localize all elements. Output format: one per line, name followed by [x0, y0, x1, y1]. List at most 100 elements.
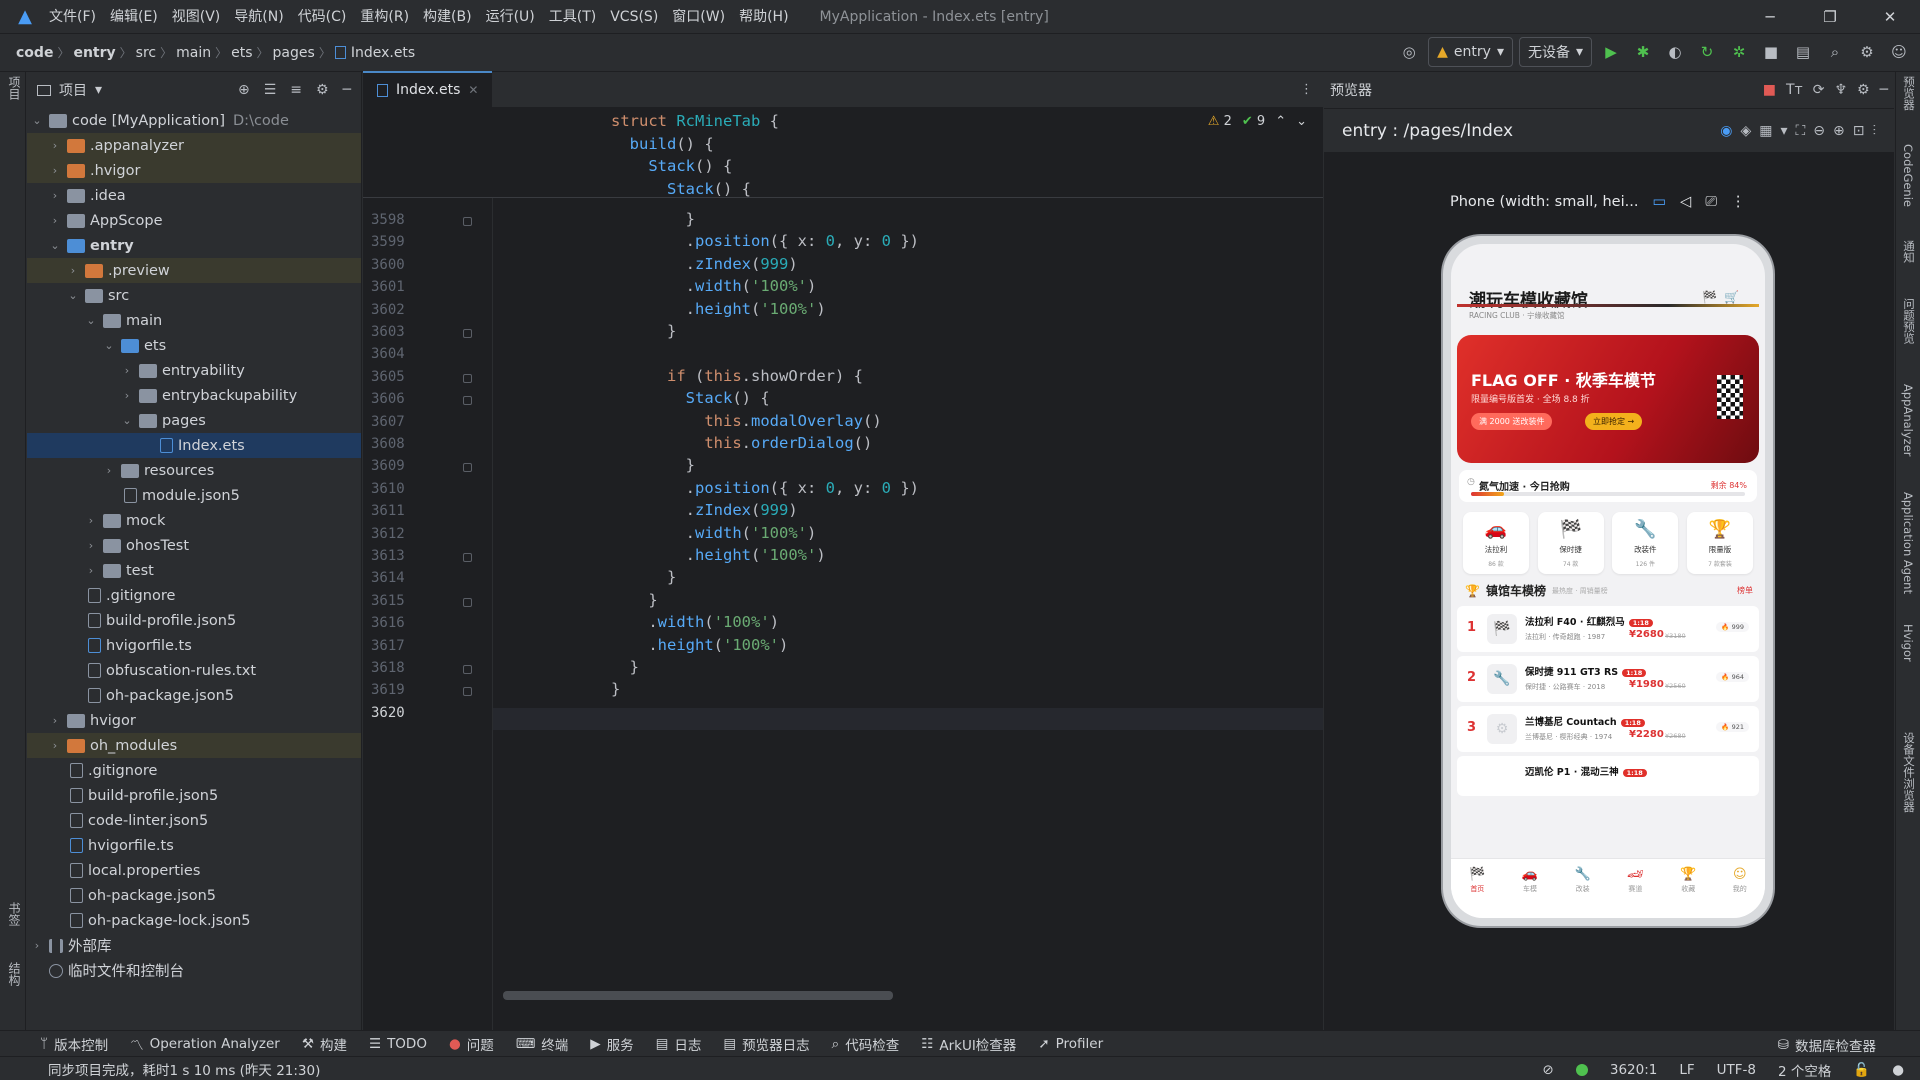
maximize-icon[interactable]: ❐	[1800, 0, 1860, 34]
code-line[interactable]: if (this.showOrder) {	[611, 367, 863, 385]
list-item[interactable]: 1 🏁 法拉利 F40 · 红麒烈马 1:18 法拉利 · 传奇超跑 · 1987…	[1457, 606, 1759, 652]
code-line[interactable]: }	[611, 591, 657, 609]
operation-analyzer-tool-button[interactable]: 〽 Operation Analyzer	[130, 1034, 280, 1054]
settings-icon[interactable]: ⚙	[1854, 39, 1880, 65]
expand-all-icon[interactable]: ☰	[264, 82, 277, 98]
run-icon[interactable]: ▶	[1598, 39, 1624, 65]
menu-run[interactable]: 运行(U)	[479, 0, 542, 34]
build-tool-button[interactable]: ⚒ 构建	[302, 1034, 347, 1054]
menu-refactor[interactable]: 重构(R)	[353, 0, 416, 34]
module-selector[interactable]: ▲ entry ▾	[1428, 37, 1513, 67]
inspector-icon[interactable]: ♆	[1834, 82, 1847, 98]
tree-item[interactable]: › mock	[27, 508, 361, 533]
close-icon[interactable]: ✕	[1860, 0, 1920, 34]
code-line[interactable]: }	[611, 456, 695, 474]
chevron-down-icon[interactable]: ⌄	[1296, 114, 1307, 129]
menu-file[interactable]: 文件(F)	[42, 0, 103, 34]
profile-icon[interactable]: ✲	[1726, 39, 1752, 65]
account-icon[interactable]: ☺	[1886, 39, 1912, 65]
menu-window[interactable]: 窗口(W)	[665, 0, 732, 34]
layers-icon[interactable]: ◈	[1740, 123, 1751, 139]
tab-mine[interactable]: ☺ 我的	[1733, 867, 1747, 918]
chevron-down-icon[interactable]: ⌄	[83, 314, 99, 327]
tab-mods[interactable]: 🔧 改装	[1575, 867, 1591, 918]
chevron-down-icon[interactable]: ⌄	[119, 414, 135, 427]
collapse-all-icon[interactable]: ≡	[290, 82, 302, 98]
code-line[interactable]: .zIndex(999)	[611, 255, 798, 273]
buy-now-button[interactable]: 立即抢定 →	[1585, 413, 1643, 430]
codegenie-tool-button[interactable]: CodeGenie	[1901, 144, 1915, 207]
fold-marker-icon[interactable]	[463, 463, 472, 473]
font-size-icon[interactable]: Tт	[1786, 82, 1803, 98]
tree-item[interactable]: ⌄ pages	[27, 408, 361, 433]
breadcrumb-ets[interactable]: ets	[227, 45, 256, 61]
caret-position[interactable]: 3620:1	[1610, 1062, 1658, 1078]
device-frame-icon[interactable]: ▭	[1652, 194, 1666, 210]
category-limited[interactable]: 🏆 限量版 7 款套装	[1686, 512, 1753, 574]
tree-item-selected[interactable]: Index.ets	[27, 433, 361, 458]
tree-item[interactable]: › .appanalyzer	[27, 133, 361, 158]
chevron-right-icon[interactable]: ›	[47, 189, 63, 202]
chevron-right-icon[interactable]: ›	[65, 264, 81, 277]
code-line[interactable]: }	[611, 658, 639, 676]
list-item[interactable]: 迈凯伦 P1 · 混动三神 1:18	[1457, 756, 1759, 796]
more-icon[interactable]: ⋮	[1731, 194, 1746, 210]
tree-item[interactable]: hvigorfile.ts	[27, 833, 361, 858]
list-item[interactable]: 3 ⚙ 兰博基尼 Countach 1:18 兰博基尼 · 楔形经典 · 1974…	[1457, 706, 1759, 752]
fold-marker-icon[interactable]	[463, 553, 472, 562]
menu-tools[interactable]: 工具(T)	[542, 0, 603, 34]
notification-icon[interactable]: ●	[1892, 1062, 1904, 1078]
ruler-icon[interactable]: ⫶	[1873, 123, 1877, 139]
code-line[interactable]: this.orderDialog()	[611, 434, 872, 452]
fold-marker-icon[interactable]	[463, 373, 472, 383]
locate-file-icon[interactable]: ⊕	[238, 82, 250, 98]
chevron-up-icon[interactable]: ⌃	[1275, 114, 1286, 129]
tree-item[interactable]: build-profile.json5	[27, 783, 361, 808]
code-inspection-tool-button[interactable]: ⌕ 代码检查	[832, 1034, 900, 1054]
sticky-code-line[interactable]: build() {	[611, 135, 714, 153]
line-separator[interactable]: LF	[1679, 1062, 1694, 1078]
project-structure-icon[interactable]: ▤	[1790, 39, 1816, 65]
cart-icon[interactable]: 🛒	[1724, 290, 1739, 304]
tree-item[interactable]: obfuscation-rules.txt	[27, 658, 361, 683]
code-line[interactable]: .position({ x: 0, y: 0 })	[611, 479, 919, 497]
attach-debugger-icon[interactable]: ◐	[1662, 39, 1688, 65]
chevron-right-icon[interactable]: ›	[83, 564, 99, 577]
code-line[interactable]: .width('100%')	[611, 277, 817, 295]
category-ferrari[interactable]: 🚗 法拉利 86 款	[1463, 512, 1529, 574]
tree-item[interactable]: › 外部库	[27, 933, 361, 958]
chevron-right-icon[interactable]: ›	[47, 714, 63, 727]
tree-item[interactable]: › ohosTest	[27, 533, 361, 558]
tree-item[interactable]: oh-package-lock.json5	[27, 908, 361, 933]
device-selector[interactable]: 无设备 ▾	[1518, 37, 1592, 67]
code-line[interactable]: }	[611, 568, 676, 586]
notifications-tool-button[interactable]: 通知	[1901, 240, 1917, 263]
chevron-right-icon[interactable]: ›	[83, 539, 99, 552]
more-icon[interactable]: ⋮	[1300, 82, 1313, 97]
stop-icon[interactable]: ■	[1758, 39, 1784, 65]
promo-banner[interactable]: FLAG OFF · 秋季车模节 限量编号版首发 · 全场 8.8 折 满 20…	[1457, 335, 1759, 463]
file-encoding[interactable]: UTF-8	[1717, 1062, 1756, 1078]
tree-item[interactable]: › resources	[27, 458, 361, 483]
problems-preview-tool-button[interactable]: 问题预览	[1901, 298, 1917, 344]
tree-item[interactable]: local.properties	[27, 858, 361, 883]
log-tool-button[interactable]: ▤ 日志	[656, 1034, 702, 1054]
frame-icon[interactable]: ⛶	[1795, 123, 1805, 139]
code-line[interactable]: .height('100%')	[611, 300, 826, 318]
code-line[interactable]: this.modalOverlay()	[611, 412, 881, 430]
tree-item[interactable]: ⌄ main	[27, 308, 361, 333]
tree-item[interactable]: 临时文件和控制台	[27, 958, 361, 983]
device-file-browser-tool-button[interactable]: 设备文件浏览器	[1901, 732, 1917, 813]
rotate-icon[interactable]: ⎚	[1705, 194, 1717, 210]
code-line[interactable]: }	[611, 322, 676, 340]
database-inspector-tool-button[interactable]: ⛁ 数据库检查器	[1778, 1035, 1876, 1055]
no-mouse-icon[interactable]: ⊘	[1543, 1062, 1554, 1078]
tree-item[interactable]: .gitignore	[27, 758, 361, 783]
problems-tool-button[interactable]: ● 问题	[449, 1034, 494, 1054]
sticky-code-line[interactable]: Stack() {	[611, 180, 751, 198]
tab-home[interactable]: 🏁 首页	[1469, 867, 1485, 918]
tree-item[interactable]: › entryability	[27, 358, 361, 383]
tree-item[interactable]: module.json5	[27, 483, 361, 508]
code-line[interactable]: .position({ x: 0, y: 0 })	[611, 232, 919, 250]
chevron-right-icon[interactable]: ›	[119, 364, 135, 377]
